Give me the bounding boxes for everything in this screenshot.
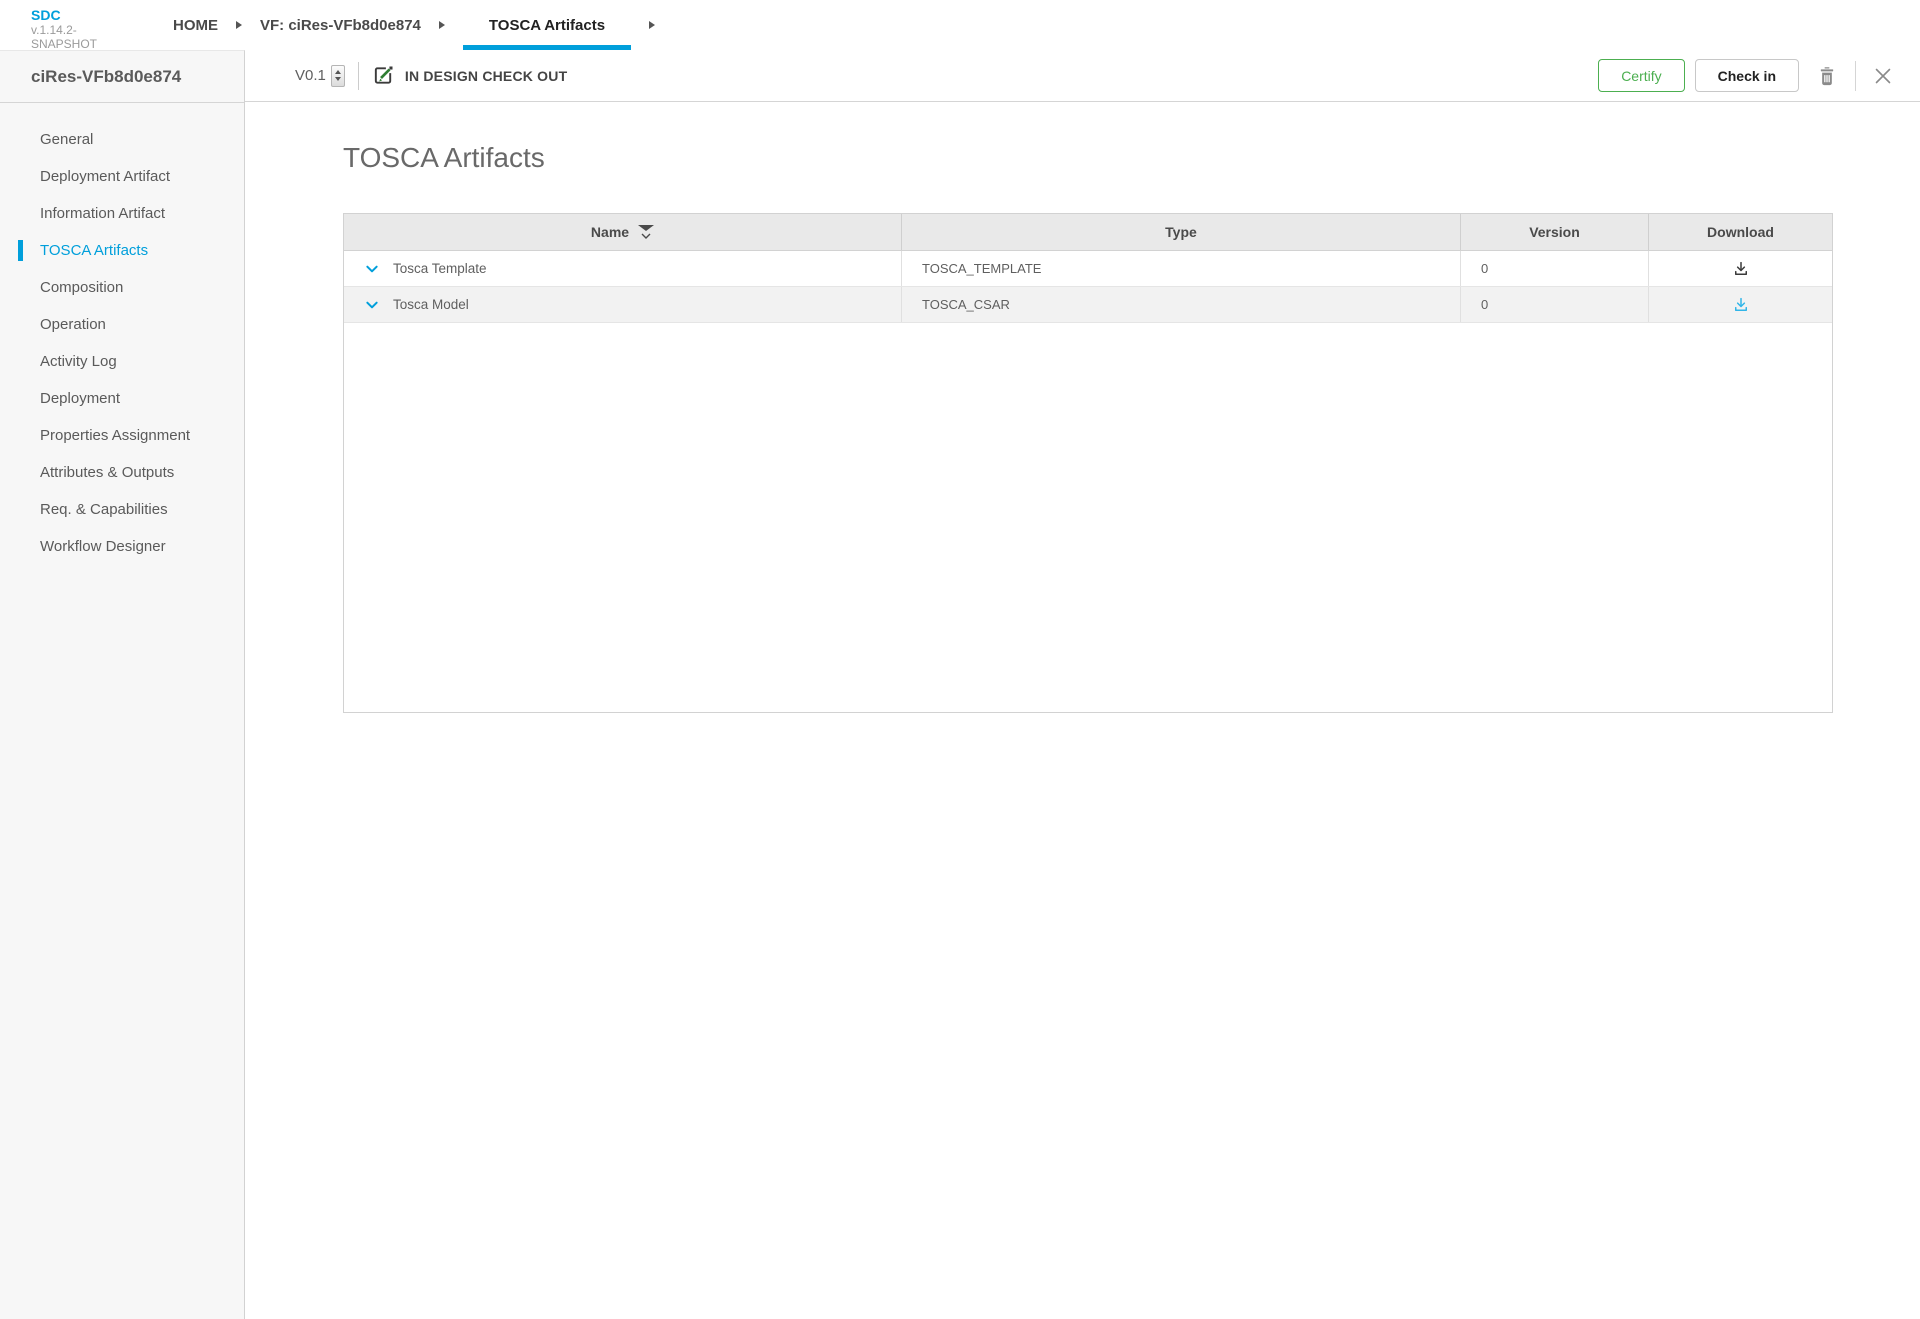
sidebar-item-composition[interactable]: Composition	[0, 269, 244, 306]
toolbar: V0.1 IN DESIGN CHECK OUT Certify Check i…	[245, 50, 1920, 102]
breadcrumb-label: HOME	[173, 16, 218, 34]
download-cell	[1649, 251, 1832, 286]
sidebar-item-label: Deployment Artifact	[40, 168, 171, 185]
type-cell: TOSCA_CSAR	[902, 287, 1461, 322]
column-header-type[interactable]: Type	[902, 214, 1461, 250]
sidebar-item-label: Attributes & Outputs	[40, 464, 175, 481]
breadcrumb-tab-vf-cires-vfb8d0e874[interactable]: VF: ciRes-VFb8d0e874	[260, 0, 421, 50]
breadcrumb-tab-tosca-artifacts[interactable]: TOSCA Artifacts	[462, 0, 632, 50]
lifecycle-state-label: IN DESIGN CHECK OUT	[404, 67, 568, 84]
certify-button[interactable]: Certify	[1598, 59, 1685, 92]
table-row: Tosca Model TOSCA_CSAR 0	[344, 287, 1832, 323]
version-cell: 0	[1461, 287, 1649, 322]
row-expand-button[interactable]	[364, 261, 380, 277]
column-header-download[interactable]: Download	[1649, 214, 1832, 250]
download-cell	[1649, 287, 1832, 322]
close-button[interactable]	[1870, 63, 1896, 89]
main-content: V0.1 IN DESIGN CHECK OUT Certify Check i…	[245, 50, 1920, 1319]
artifact-version: 0	[1481, 297, 1489, 312]
sidebar-item-label: Activity Log	[40, 353, 117, 370]
sidebar-menu: General Deployment Artifact Information …	[0, 103, 244, 565]
column-header-name[interactable]: Name	[344, 214, 902, 250]
sidebar: ciRes-VFb8d0e874 General Deployment Arti…	[0, 50, 245, 1319]
sidebar-item-operation[interactable]: Operation	[0, 306, 244, 343]
artifact-version: 0	[1481, 261, 1489, 276]
sidebar-item-label: Operation	[40, 316, 106, 333]
artifact-name: Tosca Template	[393, 261, 487, 276]
type-cell: TOSCA_TEMPLATE	[902, 251, 1461, 286]
breadcrumb: HOME VF: ciRes-VFb8d0e874 TOSCA Artifact…	[173, 0, 673, 50]
table-row: Tosca Template TOSCA_TEMPLATE 0	[344, 251, 1832, 287]
close-icon	[1875, 68, 1891, 83]
breadcrumb-arrow-icon	[236, 21, 242, 29]
edit-pencil-icon	[374, 66, 393, 84]
sort-icon	[638, 225, 655, 239]
toolbar-divider	[357, 61, 359, 90]
breadcrumb-label: VF: ciRes-VFb8d0e874	[260, 16, 421, 34]
sidebar-item-deployment-artifact[interactable]: Deployment Artifact	[0, 158, 244, 195]
breadcrumb-arrow-icon	[438, 21, 445, 29]
column-header-version[interactable]: Version	[1461, 214, 1649, 250]
version-selector[interactable]: V0.1	[295, 64, 345, 87]
app-version: v.1.14.2-SNAPSHOT	[31, 23, 98, 51]
breadcrumb-arrow-icon	[649, 21, 656, 29]
artifacts-table: Name Type Version Download Tosca Templat…	[343, 213, 1833, 713]
row-expand-button[interactable]	[364, 297, 380, 313]
sidebar-item-label: Composition	[40, 279, 124, 296]
check-in-button[interactable]: Check in	[1694, 59, 1799, 92]
top-header: SDC v.1.14.2-SNAPSHOT HOME VF: ciRes-VFb…	[0, 0, 1920, 52]
sidebar-item-properties-assignment[interactable]: Properties Assignment	[0, 417, 244, 454]
lifecycle-state: IN DESIGN CHECK OUT	[372, 64, 567, 87]
sidebar-title: ciRes-VFb8d0e874	[0, 51, 244, 103]
download-button[interactable]	[1730, 294, 1752, 316]
sidebar-item-general[interactable]: General	[0, 121, 244, 158]
sidebar-item-tosca-artifacts[interactable]: TOSCA Artifacts	[0, 232, 244, 269]
sidebar-item-label: Properties Assignment	[40, 427, 191, 444]
breadcrumb-tab-home[interactable]: HOME	[173, 0, 218, 50]
sidebar-item-information-artifact[interactable]: Information Artifact	[0, 195, 244, 232]
sidebar-item-attributes-outputs[interactable]: Attributes & Outputs	[0, 454, 244, 491]
version-cell: 0	[1461, 251, 1649, 286]
version-spinner[interactable]	[330, 64, 345, 87]
artifact-type: TOSCA_TEMPLATE	[922, 261, 1042, 276]
page-title: TOSCA Artifacts	[343, 142, 545, 173]
content-body: TOSCA Artifacts Name Type Version Downlo…	[245, 102, 1920, 713]
breadcrumb-label: TOSCA Artifacts	[488, 16, 606, 34]
app-logo[interactable]: SDC v.1.14.2-SNAPSHOT	[0, 0, 142, 52]
sidebar-item-label: Deployment	[40, 390, 121, 407]
download-icon	[1734, 297, 1747, 311]
sidebar-item-deployment[interactable]: Deployment	[0, 380, 244, 417]
spinner-up-icon	[334, 70, 341, 74]
table-body: Tosca Template TOSCA_TEMPLATE 0 Tosca Mo…	[344, 251, 1832, 323]
spinner-down-icon	[334, 77, 341, 81]
sidebar-item-label: Information Artifact	[40, 205, 166, 222]
delete-icon	[1820, 66, 1834, 85]
download-button[interactable]	[1730, 258, 1752, 280]
chevron-down-icon	[366, 301, 378, 308]
sidebar-item-label: Workflow Designer	[40, 538, 166, 555]
version-label: V0.1	[295, 67, 326, 84]
artifact-name: Tosca Model	[393, 297, 469, 312]
table-header: Name Type Version Download	[344, 214, 1832, 251]
sidebar-item-activity-log[interactable]: Activity Log	[0, 343, 244, 380]
sdc-app-window: SDC v.1.14.2-SNAPSHOT HOME VF: ciRes-VFb…	[0, 0, 1920, 1319]
toolbar-divider	[1855, 60, 1856, 91]
name-cell: Tosca Model	[344, 287, 902, 322]
sidebar-item-label: Req. & Capabilities	[40, 501, 168, 518]
delete-button[interactable]	[1813, 61, 1841, 91]
chevron-down-icon	[366, 265, 378, 272]
download-icon	[1734, 261, 1747, 275]
sidebar-item-req-capabilities[interactable]: Req. & Capabilities	[0, 491, 244, 528]
app-name: SDC	[31, 7, 61, 23]
name-cell: Tosca Template	[344, 251, 902, 286]
sidebar-item-label: General	[40, 131, 94, 148]
sidebar-item-workflow-designer[interactable]: Workflow Designer	[0, 528, 244, 565]
sidebar-item-label: TOSCA Artifacts	[40, 242, 149, 259]
artifact-type: TOSCA_CSAR	[922, 297, 1010, 312]
